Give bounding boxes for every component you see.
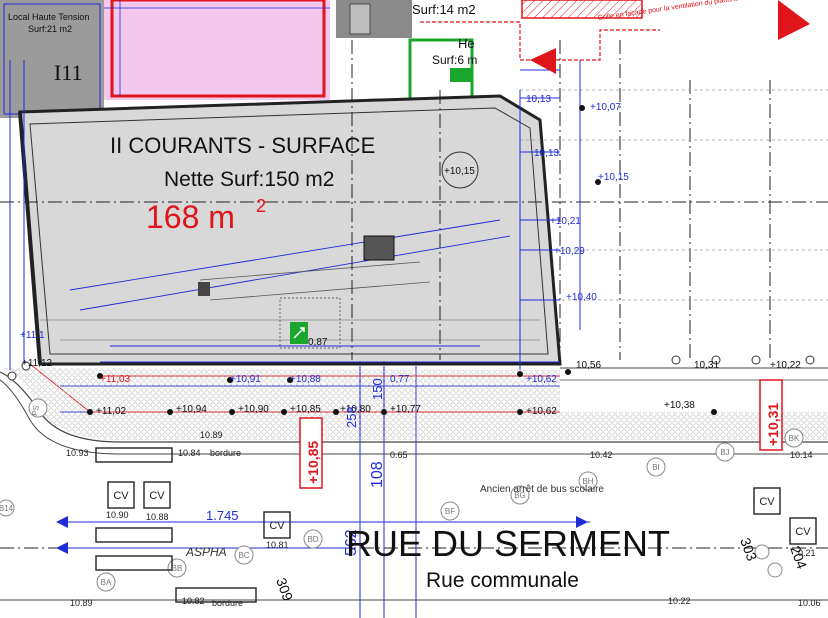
svg-text:10,31: 10,31	[694, 360, 719, 371]
svg-text:CV: CV	[795, 526, 811, 538]
svg-text:BG: BG	[514, 491, 526, 500]
sidewalk	[0, 367, 828, 601]
floor-plan: Local Haute Tension Surf:21 m2 I11 Surf:…	[0, 0, 828, 618]
svg-text:BC: BC	[238, 551, 249, 560]
svg-text:CV: CV	[759, 496, 775, 508]
svg-text:BA: BA	[101, 578, 112, 587]
svg-text:BK: BK	[789, 434, 800, 443]
svg-text:+10,40: +10,40	[566, 292, 597, 303]
svg-text:+10,21: +10,21	[550, 216, 581, 227]
rot-303: 303	[737, 536, 760, 564]
svg-text:10.89: 10.89	[200, 430, 223, 440]
svg-text:BH: BH	[582, 477, 593, 486]
rot-309: 309	[273, 576, 296, 604]
dim-1745: 1.745	[206, 508, 239, 523]
room-courants-gross: 168 m	[146, 199, 235, 235]
svg-text:10.06: 10.06	[798, 598, 821, 608]
svg-text:+10,90: +10,90	[238, 404, 269, 415]
svg-text:10,13: 10,13	[526, 94, 551, 105]
red-level-right: +10,31	[765, 403, 781, 446]
svg-text:+10,15: +10,15	[598, 172, 629, 183]
red-level-left: +10,85	[305, 441, 321, 484]
svg-text:+11,12: +11,12	[22, 358, 53, 369]
street-name: RUE DU SERMENT	[346, 523, 670, 564]
svg-text:10.89: 10.89	[70, 598, 93, 608]
svg-text:10,13: 10,13	[534, 148, 559, 159]
svg-text:0,87: 0,87	[308, 337, 328, 348]
room-surf6: Surf:6 m	[432, 53, 477, 67]
svg-text:CV: CV	[269, 520, 285, 532]
svg-text:+10,77: +10,77	[390, 404, 421, 415]
svg-text:+10,29: +10,29	[554, 246, 585, 257]
svg-text:10.82: 10.82	[182, 596, 205, 606]
room-courants-gross-exp: 2	[256, 196, 266, 216]
svg-text:10.22: 10.22	[668, 596, 691, 606]
svg-text:CV: CV	[113, 490, 129, 502]
street-asphalte: ASPHA	[185, 545, 227, 559]
svg-text:+10,07: +10,07	[590, 102, 621, 113]
right-grid	[520, 89, 828, 301]
svg-text:10.90: 10.90	[106, 510, 129, 520]
svg-text:+11,02: +11,02	[96, 406, 127, 417]
svg-text:10.81: 10.81	[266, 540, 289, 550]
svg-text:BJ: BJ	[720, 448, 729, 457]
dim-108: 108	[369, 461, 386, 488]
room-dark-top	[336, 0, 412, 38]
svg-text:10.42: 10.42	[590, 450, 613, 460]
svg-text:10.93: 10.93	[66, 448, 89, 458]
exit-sign-top-icon	[450, 68, 472, 82]
svg-text:10.88: 10.88	[146, 512, 169, 522]
room-courants-title: II COURANTS - SURFACE	[110, 133, 375, 158]
room-ht-line2: Surf:21 m2	[28, 24, 72, 34]
svg-text:10,56: 10,56	[576, 360, 601, 371]
svg-text:+10,62: +10,62	[526, 374, 557, 385]
svg-text:+10,22: +10,22	[770, 360, 801, 371]
svg-text:PS: PS	[30, 405, 41, 417]
street-sub: Rue communale	[426, 569, 579, 592]
svg-text:+11,03: +11,03	[100, 374, 131, 385]
svg-text:+11,1: +11,1	[20, 330, 45, 341]
room-top-surf: Surf:14 m2	[412, 2, 476, 17]
room-he-label: He	[458, 36, 475, 51]
svg-text:10.84: 10.84	[178, 448, 201, 458]
svg-text:CV: CV	[149, 490, 165, 502]
svg-text:BF: BF	[445, 507, 455, 516]
dim-150: 150	[370, 378, 385, 400]
svg-text:bordure: bordure	[212, 598, 243, 608]
svg-text:+10,85: +10,85	[290, 404, 321, 415]
svg-text:+10,91: +10,91	[230, 374, 261, 385]
svg-text:0.65: 0.65	[390, 450, 408, 460]
svg-text:0,77: 0,77	[390, 374, 410, 385]
svg-text:BB: BB	[172, 564, 183, 573]
svg-text:+10,38: +10,38	[664, 400, 695, 411]
dim-258: 258	[344, 406, 359, 428]
room-ht-line1: Local Haute Tension	[8, 12, 89, 22]
svg-text:10.14: 10.14	[790, 450, 813, 460]
room-courants-net: Nette Surf:150 m2	[164, 168, 334, 191]
room-pink	[104, 0, 330, 100]
svg-text:+10,62: +10,62	[526, 406, 557, 417]
svg-text:BI: BI	[652, 463, 660, 472]
svg-text:+10,88: +10,88	[290, 374, 321, 385]
svg-text:B14: B14	[0, 504, 14, 513]
svg-text:BD: BD	[307, 535, 318, 544]
room-ht-number: I11	[54, 60, 83, 85]
svg-text:+10,15: +10,15	[444, 166, 475, 177]
svg-text:bordure: bordure	[210, 448, 241, 458]
exit-sign-icon	[290, 322, 308, 344]
svg-text:+10,94: +10,94	[176, 404, 207, 415]
